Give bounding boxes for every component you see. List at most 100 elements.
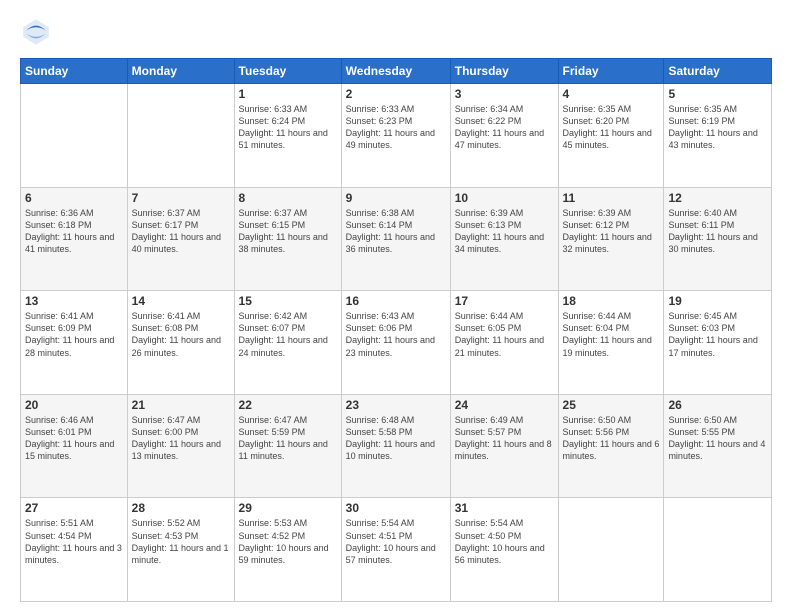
day-number: 30 xyxy=(346,501,446,515)
day-info: Sunrise: 6:39 AM Sunset: 6:12 PM Dayligh… xyxy=(563,207,660,256)
day-info: Sunrise: 5:54 AM Sunset: 4:51 PM Dayligh… xyxy=(346,517,446,566)
day-number: 17 xyxy=(455,294,554,308)
day-info: Sunrise: 6:37 AM Sunset: 6:17 PM Dayligh… xyxy=(132,207,230,256)
day-number: 5 xyxy=(668,87,767,101)
day-number: 15 xyxy=(239,294,337,308)
calendar-cell xyxy=(127,84,234,188)
calendar-week-row: 1Sunrise: 6:33 AM Sunset: 6:24 PM Daylig… xyxy=(21,84,772,188)
logo xyxy=(20,16,56,48)
day-info: Sunrise: 6:38 AM Sunset: 6:14 PM Dayligh… xyxy=(346,207,446,256)
day-info: Sunrise: 6:39 AM Sunset: 6:13 PM Dayligh… xyxy=(455,207,554,256)
day-info: Sunrise: 6:47 AM Sunset: 6:00 PM Dayligh… xyxy=(132,414,230,463)
day-info: Sunrise: 6:40 AM Sunset: 6:11 PM Dayligh… xyxy=(668,207,767,256)
calendar-header: SundayMondayTuesdayWednesdayThursdayFrid… xyxy=(21,59,772,84)
day-number: 11 xyxy=(563,191,660,205)
calendar-cell: 5 Sunrise: 6:35 AM Sunset: 6:19 PM Daylig… xyxy=(664,84,772,188)
day-number: 21 xyxy=(132,398,230,412)
day-number: 6 xyxy=(25,191,123,205)
calendar-cell: 15 Sunrise: 6:42 AM Sunset: 6:07 PM Dayli… xyxy=(234,291,341,395)
calendar-cell: 1Sunrise: 6:33 AM Sunset: 6:24 PM Daylig… xyxy=(234,84,341,188)
day-number: 3 xyxy=(455,87,554,101)
day-number: 29 xyxy=(239,501,337,515)
day-info: Sunrise: 6:48 AM Sunset: 5:58 PM Dayligh… xyxy=(346,414,446,463)
day-info: Sunrise: 6:45 AM Sunset: 6:03 PM Dayligh… xyxy=(668,310,767,359)
day-info: Sunrise: 6:35 AM Sunset: 6:19 PM Dayligh… xyxy=(668,103,767,152)
day-number: 23 xyxy=(346,398,446,412)
calendar-cell: 11 Sunrise: 6:39 AM Sunset: 6:12 PM Dayli… xyxy=(558,187,664,291)
calendar-cell: 7 Sunrise: 6:37 AM Sunset: 6:17 PM Daylig… xyxy=(127,187,234,291)
day-info: Sunrise: 5:53 AM Sunset: 4:52 PM Dayligh… xyxy=(239,517,337,566)
day-info: Sunrise: 6:41 AM Sunset: 6:09 PM Dayligh… xyxy=(25,310,123,359)
day-number: 2 xyxy=(346,87,446,101)
day-info: Sunrise: 5:52 AM Sunset: 4:53 PM Dayligh… xyxy=(132,517,230,566)
weekday-row: SundayMondayTuesdayWednesdayThursdayFrid… xyxy=(21,59,772,84)
day-info: Sunrise: 6:42 AM Sunset: 6:07 PM Dayligh… xyxy=(239,310,337,359)
day-info: Sunrise: 5:54 AM Sunset: 4:50 PM Dayligh… xyxy=(455,517,554,566)
day-number: 7 xyxy=(132,191,230,205)
calendar-cell xyxy=(558,498,664,602)
header xyxy=(20,16,772,48)
day-info: Sunrise: 6:46 AM Sunset: 6:01 PM Dayligh… xyxy=(25,414,123,463)
calendar-cell: 23 Sunrise: 6:48 AM Sunset: 5:58 PM Dayli… xyxy=(341,394,450,498)
calendar-cell: 26Sunrise: 6:50 AM Sunset: 5:55 PM Dayli… xyxy=(664,394,772,498)
calendar-cell: 19Sunrise: 6:45 AM Sunset: 6:03 PM Dayli… xyxy=(664,291,772,395)
calendar-cell: 13 Sunrise: 6:41 AM Sunset: 6:09 PM Dayli… xyxy=(21,291,128,395)
day-info: Sunrise: 6:50 AM Sunset: 5:56 PM Dayligh… xyxy=(563,414,660,463)
weekday-header: Saturday xyxy=(664,59,772,84)
day-number: 22 xyxy=(239,398,337,412)
calendar-cell: 8 Sunrise: 6:37 AM Sunset: 6:15 PM Daylig… xyxy=(234,187,341,291)
calendar-cell: 24Sunrise: 6:49 AM Sunset: 5:57 PM Dayli… xyxy=(450,394,558,498)
day-info: Sunrise: 6:47 AM Sunset: 5:59 PM Dayligh… xyxy=(239,414,337,463)
calendar-cell: 12 Sunrise: 6:40 AM Sunset: 6:11 PM Dayli… xyxy=(664,187,772,291)
day-number: 14 xyxy=(132,294,230,308)
calendar-body: 1Sunrise: 6:33 AM Sunset: 6:24 PM Daylig… xyxy=(21,84,772,602)
weekday-header: Wednesday xyxy=(341,59,450,84)
day-number: 24 xyxy=(455,398,554,412)
weekday-header: Tuesday xyxy=(234,59,341,84)
calendar-cell: 25 Sunrise: 6:50 AM Sunset: 5:56 PM Dayli… xyxy=(558,394,664,498)
day-number: 20 xyxy=(25,398,123,412)
calendar-cell: 31 Sunrise: 5:54 AM Sunset: 4:50 PM Dayli… xyxy=(450,498,558,602)
day-info: Sunrise: 6:44 AM Sunset: 6:04 PM Dayligh… xyxy=(563,310,660,359)
day-number: 10 xyxy=(455,191,554,205)
calendar-cell: 27Sunrise: 5:51 AM Sunset: 4:54 PM Dayli… xyxy=(21,498,128,602)
day-info: Sunrise: 6:37 AM Sunset: 6:15 PM Dayligh… xyxy=(239,207,337,256)
calendar-cell: 28 Sunrise: 5:52 AM Sunset: 4:53 PM Dayli… xyxy=(127,498,234,602)
day-number: 1 xyxy=(239,87,337,101)
calendar-cell: 21 Sunrise: 6:47 AM Sunset: 6:00 PM Dayli… xyxy=(127,394,234,498)
day-info: Sunrise: 6:33 AM Sunset: 6:23 PM Dayligh… xyxy=(346,103,446,152)
logo-icon xyxy=(20,16,52,48)
page: SundayMondayTuesdayWednesdayThursdayFrid… xyxy=(0,0,792,612)
day-number: 18 xyxy=(563,294,660,308)
day-number: 13 xyxy=(25,294,123,308)
calendar-cell: 9 Sunrise: 6:38 AM Sunset: 6:14 PM Daylig… xyxy=(341,187,450,291)
day-number: 28 xyxy=(132,501,230,515)
calendar-cell xyxy=(664,498,772,602)
day-number: 8 xyxy=(239,191,337,205)
calendar-week-row: 27Sunrise: 5:51 AM Sunset: 4:54 PM Dayli… xyxy=(21,498,772,602)
day-info: Sunrise: 6:36 AM Sunset: 6:18 PM Dayligh… xyxy=(25,207,123,256)
calendar-cell: 18 Sunrise: 6:44 AM Sunset: 6:04 PM Dayli… xyxy=(558,291,664,395)
calendar-cell: 6 Sunrise: 6:36 AM Sunset: 6:18 PM Daylig… xyxy=(21,187,128,291)
calendar-cell: 22 Sunrise: 6:47 AM Sunset: 5:59 PM Dayli… xyxy=(234,394,341,498)
day-info: Sunrise: 6:34 AM Sunset: 6:22 PM Dayligh… xyxy=(455,103,554,152)
calendar-cell: 30 Sunrise: 5:54 AM Sunset: 4:51 PM Dayli… xyxy=(341,498,450,602)
day-number: 12 xyxy=(668,191,767,205)
day-number: 9 xyxy=(346,191,446,205)
day-info: Sunrise: 6:44 AM Sunset: 6:05 PM Dayligh… xyxy=(455,310,554,359)
day-info: Sunrise: 6:41 AM Sunset: 6:08 PM Dayligh… xyxy=(132,310,230,359)
day-number: 31 xyxy=(455,501,554,515)
calendar-cell: 29 Sunrise: 5:53 AM Sunset: 4:52 PM Dayli… xyxy=(234,498,341,602)
day-number: 25 xyxy=(563,398,660,412)
calendar-cell: 16Sunrise: 6:43 AM Sunset: 6:06 PM Dayli… xyxy=(341,291,450,395)
day-info: Sunrise: 6:50 AM Sunset: 5:55 PM Dayligh… xyxy=(668,414,767,463)
calendar-cell: 3 Sunrise: 6:34 AM Sunset: 6:22 PM Daylig… xyxy=(450,84,558,188)
day-number: 4 xyxy=(563,87,660,101)
calendar-cell xyxy=(21,84,128,188)
calendar-cell: 2 Sunrise: 6:33 AM Sunset: 6:23 PM Daylig… xyxy=(341,84,450,188)
calendar-week-row: 6 Sunrise: 6:36 AM Sunset: 6:18 PM Daylig… xyxy=(21,187,772,291)
weekday-header: Monday xyxy=(127,59,234,84)
calendar-cell: 4Sunrise: 6:35 AM Sunset: 6:20 PM Daylig… xyxy=(558,84,664,188)
day-number: 27 xyxy=(25,501,123,515)
calendar-cell: 10 Sunrise: 6:39 AM Sunset: 6:13 PM Dayli… xyxy=(450,187,558,291)
